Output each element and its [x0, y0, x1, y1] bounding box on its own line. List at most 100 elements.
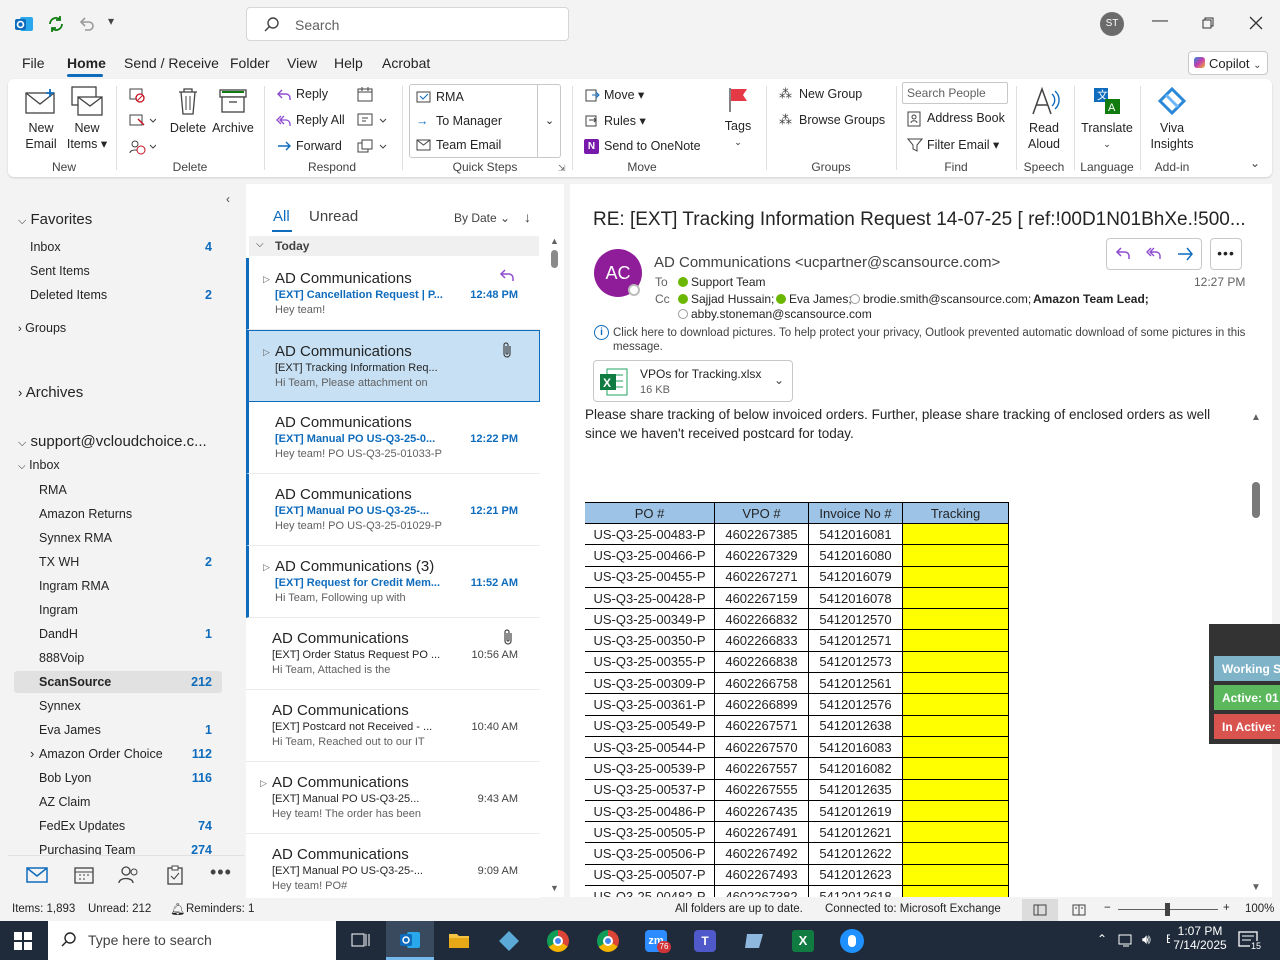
chevron-right-icon[interactable]: ›: [30, 746, 34, 761]
cc-recipient-5[interactable]: abby.stoneman@scansource.com: [691, 307, 872, 321]
reading-pane-scrollbar[interactable]: [1252, 482, 1260, 518]
quick-steps-expand-icon[interactable]: ⌄: [537, 84, 561, 158]
inbox-subfolder[interactable]: Ingram RMA: [39, 579, 109, 593]
message-item[interactable]: ▷ AD Communications [EXT] Tracking Informa…: [246, 330, 540, 402]
favorite-folder[interactable]: Inbox: [30, 240, 61, 254]
inbox-subfolder[interactable]: Eva James: [39, 723, 101, 737]
inbox-subfolder[interactable]: AZ Claim: [39, 795, 90, 809]
windows-start-icon[interactable]: [14, 932, 32, 950]
active-status[interactable]: Active: 01: [1214, 685, 1280, 710]
groups-header[interactable]: › Groups: [18, 321, 66, 335]
chrome-icon[interactable]: [547, 930, 569, 952]
junk-icon[interactable]: [128, 139, 156, 155]
cc-recipient-2[interactable]: Eva James;: [789, 292, 852, 306]
inbox-subfolder[interactable]: Amazon Order Choice: [39, 747, 163, 761]
quick-step-manager[interactable]: → To Manager: [416, 114, 502, 128]
message-item[interactable]: AD Communications [EXT] Manual PO US-Q3-2…: [246, 834, 540, 898]
volume-icon[interactable]: 🔊︎: [1142, 931, 1151, 948]
message-item[interactable]: AD Communications [EXT] Manual PO US-Q3-2…: [246, 474, 540, 546]
chevron-down-icon[interactable]: ⌄: [774, 373, 784, 387]
archives-header[interactable]: › Archives: [18, 384, 83, 401]
sender-name[interactable]: AD Communications <ucpartner@scansource.…: [654, 254, 1000, 271]
zoom-in-icon[interactable]: +: [1223, 902, 1230, 914]
tasks-icon[interactable]: [166, 865, 184, 885]
translate-button[interactable]: Translate ⌄: [1080, 120, 1134, 152]
mail-icon[interactable]: [26, 866, 48, 884]
scroll-up-icon[interactable]: ▲: [1251, 412, 1261, 423]
browse-groups-button[interactable]: ⁂ Browse Groups: [779, 112, 885, 127]
minimize-icon[interactable]: —: [1152, 12, 1168, 30]
more-actions-icon[interactable]: •••: [1210, 238, 1242, 270]
onenote-button[interactable]: N Send to OneNote: [584, 139, 701, 154]
quick-step-rma[interactable]: RMA: [416, 90, 464, 104]
inactive-status[interactable]: In Active:: [1214, 714, 1280, 739]
inbox-subfolder[interactable]: Bob Lyon: [39, 771, 91, 785]
favorites-header[interactable]: ⌵ Favorites: [18, 211, 92, 228]
filter-email-button[interactable]: Filter Email ▾: [907, 137, 999, 152]
menu-send-receive[interactable]: Send / Receive: [124, 55, 219, 71]
inbox-subfolder[interactable]: Amazon Returns: [39, 507, 132, 521]
ignore-icon[interactable]: [128, 87, 146, 103]
reading-view-icon[interactable]: [1072, 904, 1086, 916]
inbox-subfolder[interactable]: RMA: [39, 483, 67, 497]
undo-icon[interactable]: [76, 14, 96, 34]
cc-recipient-1[interactable]: Sajjad Hussain;: [691, 292, 774, 306]
reminders[interactable]: Reminders: 1: [186, 903, 254, 915]
new-group-button[interactable]: ⁂ New Group: [779, 86, 862, 101]
inbox-subfolder[interactable]: FedEx Updates: [39, 819, 125, 833]
task-view-icon[interactable]: [350, 931, 370, 949]
reply-all-button[interactable]: Reply All: [276, 113, 345, 127]
zoom-slider-thumb[interactable]: [1165, 903, 1170, 916]
meeting-icon[interactable]: [356, 86, 374, 102]
tags-button[interactable]: Tags ⌄: [718, 118, 758, 150]
tray-chevron-icon[interactable]: ⌃: [1097, 932, 1107, 946]
network-icon[interactable]: [1118, 933, 1134, 947]
inbox-subfolder[interactable]: DandH: [39, 627, 78, 641]
inbox-subfolder[interactable]: ScanSource: [39, 675, 111, 689]
archive-button[interactable]: Archive: [210, 120, 256, 136]
account-header[interactable]: ⌵ support@vcloudchoice.c...: [18, 433, 207, 450]
forward-icon[interactable]: [1176, 245, 1194, 263]
cc-recipient-4[interactable]: Amazon Team Lead;: [1033, 292, 1149, 306]
search-box[interactable]: Search: [246, 7, 569, 41]
to-recipient[interactable]: Support Team: [691, 275, 766, 289]
more-respond-icon[interactable]: [356, 138, 388, 154]
zoom-out-icon[interactable]: −: [1104, 902, 1111, 914]
download-pictures-notice[interactable]: Click here to download pictures. To help…: [613, 326, 1247, 354]
sync-icon[interactable]: [46, 14, 66, 34]
maximize-icon[interactable]: [1202, 17, 1214, 29]
tab-all[interactable]: All: [273, 208, 290, 225]
collapse-ribbon-icon[interactable]: ⌄: [1250, 156, 1260, 170]
cc-recipient-3[interactable]: brodie.smith@scansource.com;: [863, 292, 1031, 306]
favorite-folder[interactable]: Deleted Items: [30, 288, 107, 302]
scroll-down-icon[interactable]: ▼: [550, 883, 559, 893]
clock[interactable]: 1:07 PM 7/14/2025: [1170, 924, 1230, 952]
expand-thread-icon[interactable]: ▷: [263, 274, 270, 285]
more-apps-icon[interactable]: •••: [210, 862, 232, 883]
menu-folder[interactable]: Folder: [230, 55, 270, 71]
inbox-subfolder[interactable]: TX WH: [39, 555, 79, 569]
forward-button[interactable]: Forward: [276, 139, 342, 153]
calendar-icon[interactable]: [74, 866, 94, 884]
search-people-input[interactable]: Search People: [902, 82, 1008, 104]
address-book-button[interactable]: Address Book: [907, 111, 1005, 127]
sort-direction-icon[interactable]: ↓: [524, 209, 531, 225]
sort-dropdown[interactable]: By Date ⌄: [454, 211, 510, 225]
teams-icon[interactable]: T: [694, 930, 716, 952]
chrome-profile-icon[interactable]: [597, 930, 619, 952]
delete-button[interactable]: Delete: [166, 120, 210, 136]
message-list-scrollbar[interactable]: [551, 250, 558, 268]
im-icon[interactable]: [356, 112, 388, 128]
collapse-pane-icon[interactable]: ‹: [226, 192, 230, 206]
expand-thread-icon[interactable]: ▷: [263, 562, 270, 573]
inbox-subfolder[interactable]: Ingram: [39, 603, 78, 617]
inbox-subfolder[interactable]: Synnex RMA: [39, 531, 112, 545]
quick-step-team[interactable]: Team Email: [416, 138, 501, 152]
taskbar-search[interactable]: Type here to search: [48, 921, 336, 960]
app-icon-blue[interactable]: [743, 930, 765, 952]
reply-icon[interactable]: [1114, 245, 1132, 263]
file-explorer-icon[interactable]: [448, 930, 470, 950]
menu-acrobat[interactable]: Acrobat: [382, 55, 430, 71]
inbox-folder[interactable]: ⌵ Inbox: [18, 458, 60, 472]
message-item[interactable]: AD Communications [EXT] Order Status Requ…: [246, 618, 540, 690]
